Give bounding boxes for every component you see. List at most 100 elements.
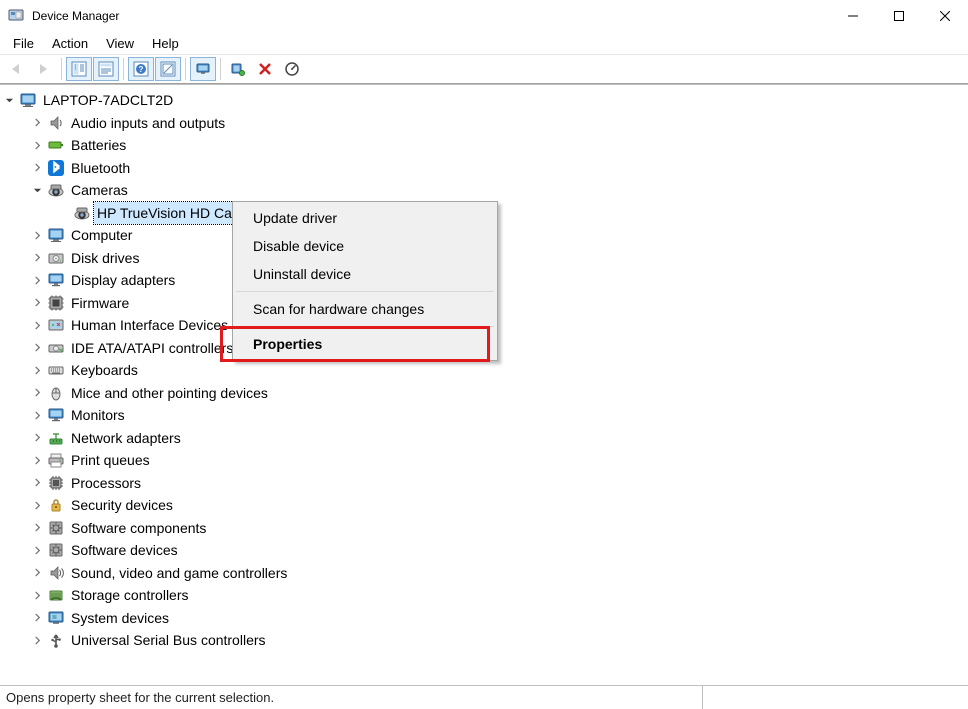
ide-icon xyxy=(48,340,64,356)
toolbar-sep xyxy=(123,58,124,80)
tree-node[interactable]: Network adapters xyxy=(0,427,968,450)
toolbar-update-driver[interactable] xyxy=(225,57,251,81)
menu-view[interactable]: View xyxy=(97,34,143,53)
app-icon xyxy=(8,8,24,24)
tree-node-label: Disk drives xyxy=(68,247,142,269)
tree-node-label: Firmware xyxy=(68,292,132,314)
menubar: File Action View Help xyxy=(0,32,968,54)
tree-node-label: Keyboards xyxy=(68,359,141,381)
tree-node-label: IDE ATA/ATAPI controllers xyxy=(68,337,236,359)
audio-icon xyxy=(48,115,64,131)
chevron-right-icon[interactable] xyxy=(30,363,44,377)
chevron-right-icon[interactable] xyxy=(30,251,44,265)
menu-help[interactable]: Help xyxy=(143,34,188,53)
processor-icon xyxy=(48,475,64,491)
tree-node-label: Display adapters xyxy=(68,269,178,291)
context-menu-item[interactable]: Disable device xyxy=(235,232,495,260)
tree-node-label: Processors xyxy=(68,472,144,494)
context-menu-item[interactable]: Uninstall device xyxy=(235,260,495,288)
chevron-right-icon[interactable] xyxy=(56,206,70,220)
chevron-right-icon[interactable] xyxy=(30,341,44,355)
context-menu-item[interactable]: Update driver xyxy=(235,204,495,232)
toolbar-uninstall[interactable] xyxy=(252,57,278,81)
software-icon xyxy=(48,520,64,536)
bluetooth-icon xyxy=(48,160,64,176)
toolbar-disable[interactable] xyxy=(279,57,305,81)
chevron-right-icon[interactable] xyxy=(30,318,44,332)
toolbar-scan[interactable] xyxy=(190,57,216,81)
chevron-right-icon[interactable] xyxy=(30,116,44,130)
status-cell xyxy=(702,686,962,709)
tree-node[interactable]: Mice and other pointing devices xyxy=(0,382,968,405)
chevron-right-icon[interactable] xyxy=(30,566,44,580)
toolbar-forward[interactable] xyxy=(31,57,57,81)
root-icon xyxy=(20,92,36,108)
toolbar-help[interactable]: ? xyxy=(128,57,154,81)
tree-node-label: Print queues xyxy=(68,449,153,471)
tree-node[interactable]: Audio inputs and outputs xyxy=(0,112,968,135)
toolbar-sep xyxy=(220,58,221,80)
tree-node[interactable]: Software devices xyxy=(0,539,968,562)
chevron-right-icon[interactable] xyxy=(30,521,44,535)
tree-node[interactable]: LAPTOP-7ADCLT2D xyxy=(0,89,968,112)
context-menu-item[interactable]: Properties xyxy=(235,330,495,358)
tree-node-label: Universal Serial Bus controllers xyxy=(68,629,269,651)
tree-node[interactable]: Software components xyxy=(0,517,968,540)
tree-node[interactable]: Processors xyxy=(0,472,968,495)
firmware-icon xyxy=(48,295,64,311)
tree-node[interactable]: Print queues xyxy=(0,449,968,472)
network-icon xyxy=(48,430,64,446)
maximize-button[interactable] xyxy=(876,0,922,32)
tree-node-label: Human Interface Devices xyxy=(68,314,231,336)
minimize-button[interactable] xyxy=(830,0,876,32)
tree-node[interactable]: System devices xyxy=(0,607,968,630)
chevron-right-icon[interactable] xyxy=(30,611,44,625)
chevron-right-icon[interactable] xyxy=(30,476,44,490)
chevron-right-icon[interactable] xyxy=(30,633,44,647)
device-tree[interactable]: LAPTOP-7ADCLT2DAudio inputs and outputsB… xyxy=(0,84,968,685)
disk-icon xyxy=(48,250,64,266)
tree-node[interactable]: Keyboards xyxy=(0,359,968,382)
toolbar-show-hidden[interactable] xyxy=(66,57,92,81)
chevron-down-icon[interactable] xyxy=(2,93,16,107)
tree-node-label: Cameras xyxy=(68,179,131,201)
chevron-right-icon[interactable] xyxy=(30,431,44,445)
battery-icon xyxy=(48,137,64,153)
context-menu-item[interactable]: Scan for hardware changes xyxy=(235,295,495,323)
statusbar: Opens property sheet for the current sel… xyxy=(0,685,968,709)
tree-node[interactable]: Bluetooth xyxy=(0,157,968,180)
chevron-right-icon[interactable] xyxy=(30,161,44,175)
chevron-right-icon[interactable] xyxy=(30,138,44,152)
chevron-right-icon[interactable] xyxy=(30,588,44,602)
tree-node[interactable]: Cameras xyxy=(0,179,968,202)
chevron-right-icon[interactable] xyxy=(30,408,44,422)
chevron-right-icon[interactable] xyxy=(30,296,44,310)
tree-node[interactable]: Security devices xyxy=(0,494,968,517)
chevron-right-icon[interactable] xyxy=(30,543,44,557)
chevron-down-icon[interactable] xyxy=(30,183,44,197)
chevron-right-icon[interactable] xyxy=(30,453,44,467)
toolbar-sep xyxy=(185,58,186,80)
menu-action[interactable]: Action xyxy=(43,34,97,53)
window-title: Device Manager xyxy=(32,9,830,23)
tree-node-label: Network adapters xyxy=(68,427,184,449)
tree-node[interactable]: Universal Serial Bus controllers xyxy=(0,629,968,652)
tree-node[interactable]: Batteries xyxy=(0,134,968,157)
chevron-right-icon[interactable] xyxy=(30,498,44,512)
chevron-right-icon[interactable] xyxy=(30,273,44,287)
chevron-right-icon[interactable] xyxy=(30,228,44,242)
tree-node[interactable]: Monitors xyxy=(0,404,968,427)
chevron-right-icon[interactable] xyxy=(30,386,44,400)
tree-node-label: Software devices xyxy=(68,539,181,561)
menu-file[interactable]: File xyxy=(4,34,43,53)
toolbar-sep xyxy=(61,58,62,80)
tree-node-label: Sound, video and game controllers xyxy=(68,562,290,584)
close-button[interactable] xyxy=(922,0,968,32)
toolbar-back[interactable] xyxy=(4,57,30,81)
tree-node[interactable]: Storage controllers xyxy=(0,584,968,607)
toolbar-action[interactable] xyxy=(155,57,181,81)
tree-node[interactable]: Sound, video and game controllers xyxy=(0,562,968,585)
usb-icon xyxy=(48,632,64,648)
toolbar: ? xyxy=(0,54,968,84)
toolbar-properties[interactable] xyxy=(93,57,119,81)
